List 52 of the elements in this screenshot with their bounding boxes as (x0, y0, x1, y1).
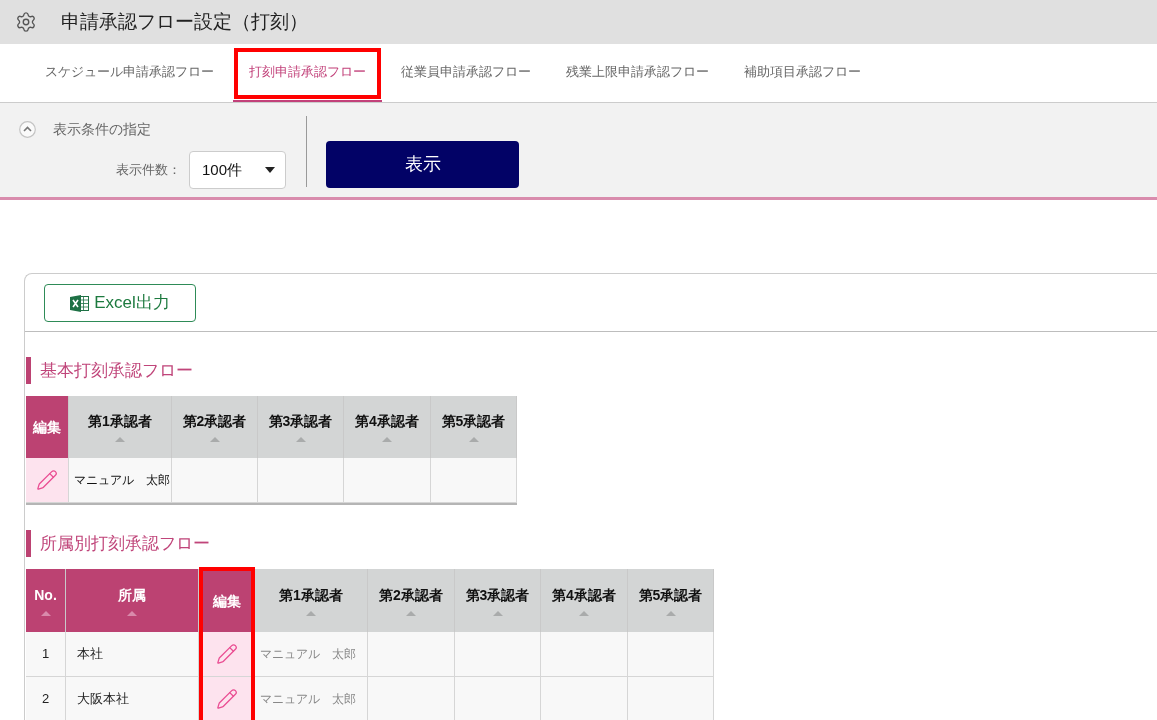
column-label: 第5承認者 (638, 585, 703, 604)
column-label: 第4承認者 (355, 412, 419, 430)
caret-icon (265, 167, 275, 173)
sort-icon[interactable] (492, 610, 503, 616)
table-cell: 大阪本社 (66, 677, 199, 720)
sort-icon[interactable] (115, 437, 125, 442)
sort-icon[interactable] (406, 610, 416, 616)
tab[interactable]: 補助項目承認フロー (728, 44, 877, 102)
sort-icon[interactable] (579, 610, 589, 616)
table-cell: 2 (26, 677, 66, 720)
column-label: 第5承認者 (441, 412, 506, 430)
display-button[interactable]: 表示 (326, 141, 519, 188)
table-cell: 本社 (66, 632, 199, 677)
section-heading: 所属別打刻承認フロー (26, 530, 210, 557)
column-label: 編集 (33, 418, 61, 436)
pencil-icon[interactable] (36, 469, 58, 491)
tab[interactable]: 従業員申請承認フロー (385, 44, 547, 102)
sort-icon[interactable] (127, 610, 137, 616)
settings-icon (15, 11, 37, 33)
collapse-icon[interactable] (19, 121, 36, 138)
column-label: 第4承認者 (552, 585, 616, 604)
column-label: 第3承認者 (465, 585, 530, 604)
column-label: 第3承認者 (268, 412, 333, 430)
column-label: 第1承認者 (88, 412, 152, 430)
excel-export-button[interactable]: Excel出力 (44, 284, 196, 322)
tab[interactable]: スケジュール申請承認フロー (29, 44, 230, 102)
sort-icon[interactable] (40, 610, 51, 616)
count-label: 表示件数： (116, 161, 181, 180)
column-label: 第2承認者 (379, 585, 443, 604)
column-label: 所属 (118, 585, 146, 604)
sort-icon[interactable] (382, 437, 392, 442)
spreadsheet-icon (70, 294, 90, 312)
sort-icon[interactable] (665, 610, 676, 616)
sort-icon[interactable] (306, 610, 316, 616)
sort-icon[interactable] (295, 437, 306, 442)
table-cell: マニュアル 太郎 (255, 677, 368, 720)
column-label: No. (34, 585, 57, 604)
pencil-icon[interactable] (215, 688, 238, 710)
pencil-icon[interactable] (215, 643, 238, 665)
column-label: 編集 (212, 591, 241, 610)
table-cell: 1 (26, 632, 66, 677)
section-heading: 基本打刻承認フロー (26, 357, 193, 384)
table-cell: マニュアル 太郎 (255, 632, 368, 677)
page-title: 申請承認フロー設定（打刻） (61, 9, 308, 34)
column-label: 第1承認者 (279, 585, 343, 604)
table-cell: マニュアル 太郎 (69, 458, 172, 503)
sort-icon[interactable] (468, 437, 479, 442)
tab[interactable]: 残業上限申請承認フロー (550, 44, 725, 102)
count-select[interactable]: 100件 (189, 151, 286, 189)
column-label: 第2承認者 (182, 412, 247, 430)
sort-icon[interactable] (209, 437, 220, 442)
filter-title[interactable]: 表示条件の指定 (53, 119, 151, 140)
